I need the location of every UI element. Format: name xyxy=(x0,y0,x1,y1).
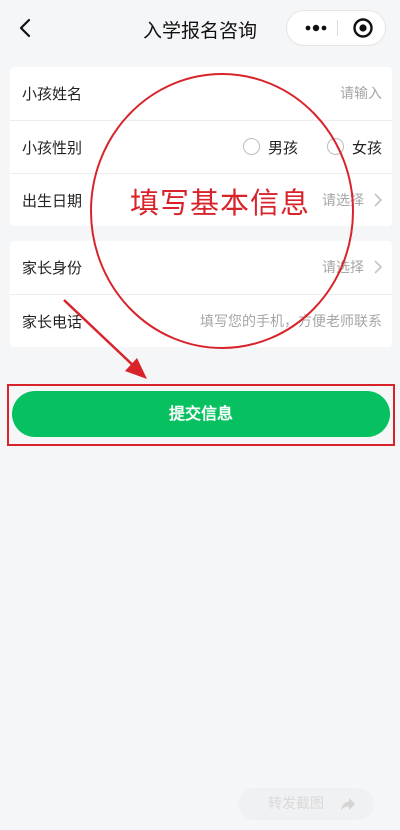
nav-bar: 入学报名咨询 xyxy=(0,0,400,56)
parent-phone-input[interactable]: 填写您的手机，方便老师联系 xyxy=(200,311,382,331)
child-name-input[interactable]: 请输入 xyxy=(340,83,382,103)
forward-screenshot-label: 转发截图 xyxy=(268,796,324,812)
annotation-highlight-box xyxy=(7,384,395,446)
radio-girl-label[interactable]: 女孩 xyxy=(352,137,382,158)
capsule-divider xyxy=(337,20,338,36)
more-icon[interactable] xyxy=(295,11,337,45)
chevron-right-icon xyxy=(374,260,383,274)
child-name-label: 小孩姓名 xyxy=(22,85,83,103)
child-gender-label: 小孩性别 xyxy=(22,139,83,157)
close-miniprogram-icon[interactable] xyxy=(343,11,383,45)
child-name-row[interactable]: 小孩姓名 请输入 xyxy=(10,67,392,119)
birth-date-label: 出生日期 xyxy=(22,192,83,210)
radio-girl[interactable] xyxy=(327,138,344,155)
annotation-text: 填写基本信息 xyxy=(130,186,311,220)
parent-identity-label: 家长身份 xyxy=(22,259,83,277)
annotation-arrowhead xyxy=(125,358,147,379)
parent-info-card: 家长身份 请选择 家长电话 填写您的手机，方便老师联系 xyxy=(10,241,392,347)
chevron-right-icon xyxy=(374,193,383,207)
mini-program-capsule xyxy=(286,10,386,46)
parent-phone-row[interactable]: 家长电话 填写您的手机，方便老师联系 xyxy=(10,294,392,347)
child-gender-row: 小孩性别 男孩 女孩 xyxy=(10,120,392,173)
parent-identity-picker[interactable]: 请选择 xyxy=(322,257,364,277)
parent-identity-row[interactable]: 家长身份 请选择 xyxy=(10,241,392,293)
birth-date-picker[interactable]: 请选择 xyxy=(322,190,364,210)
share-arrow-icon xyxy=(341,798,355,810)
radio-boy-label[interactable]: 男孩 xyxy=(268,137,298,158)
forward-screenshot-button[interactable]: 转发截图 xyxy=(238,788,374,820)
radio-boy[interactable] xyxy=(243,138,260,155)
parent-phone-label: 家长电话 xyxy=(22,313,83,331)
